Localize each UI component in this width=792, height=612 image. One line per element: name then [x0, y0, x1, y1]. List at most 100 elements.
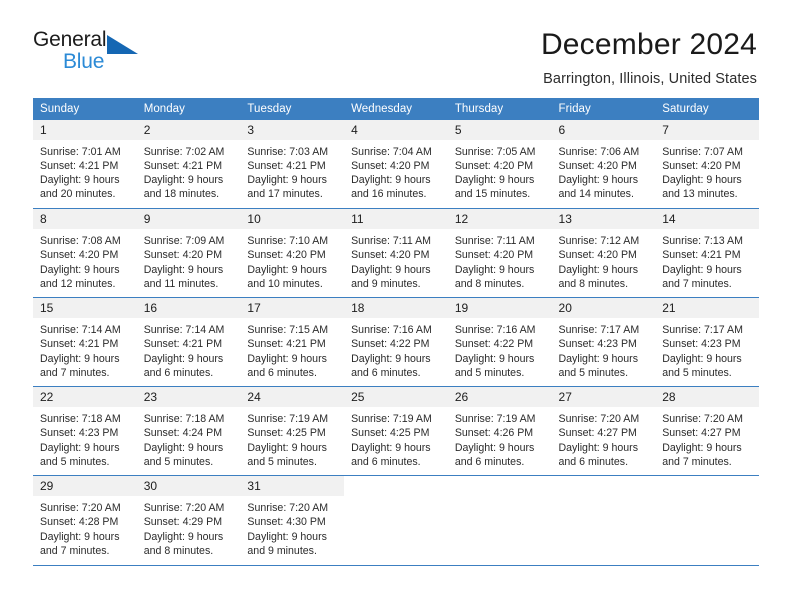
- calendar-day-cell[interactable]: 11 Sunrise: 7:11 AM Sunset: 4:20 PM Dayligh…: [344, 208, 448, 298]
- sunset-text: Sunset: 4:22 PM: [351, 338, 430, 351]
- daylight-text-line1: Daylight: 9 hours: [454, 441, 535, 454]
- daylight-text-line1: Daylight: 9 hours: [143, 263, 224, 276]
- sunrise-text: Sunrise: 7:09 AM: [143, 235, 225, 248]
- calendar-day-cell[interactable]: 10 Sunrise: 7:10 AM Sunset: 4:20 PM Dayligh…: [240, 208, 345, 298]
- day-details: Sunrise: 7:13 AM Sunset: 4:21 PM Daylight:…: [655, 229, 759, 291]
- calendar-day-cell[interactable]: 1 Sunrise: 7:01 AM Sunset: 4:21 PM Daylight…: [33, 119, 137, 209]
- sunset-text: Sunset: 4:20 PM: [143, 249, 223, 262]
- calendar-day-cell[interactable]: 29 Sunrise: 7:20 AM Sunset: 4:28 PM Dayligh…: [33, 475, 137, 565]
- sunset-text: Sunset: 4:23 PM: [40, 427, 119, 440]
- weekday-header-monday: Monday: [136, 97, 241, 120]
- daylight-text-line2: and 7 minutes.: [40, 544, 110, 557]
- sunrise-text: Sunrise: 7:19 AM: [351, 413, 432, 426]
- sunrise-text: Sunrise: 7:16 AM: [351, 324, 432, 337]
- daylight-text-line2: and 5 minutes.: [558, 366, 629, 379]
- daylight-text-line2: and 8 minutes.: [558, 277, 629, 290]
- calendar-day-cell[interactable]: 24 Sunrise: 7:19 AM Sunset: 4:25 PM Dayligh…: [240, 386, 345, 476]
- calendar-day-cell[interactable]: 7 Sunrise: 7:07 AM Sunset: 4:20 PM Daylight…: [655, 119, 759, 209]
- daylight-text-line2: and 11 minutes.: [143, 277, 219, 290]
- calendar-day-cell[interactable]: 18 Sunrise: 7:16 AM Sunset: 4:22 PM Dayligh…: [344, 297, 448, 387]
- daylight-text-line2: and 13 minutes.: [662, 188, 738, 201]
- daylight-text-line2: and 5 minutes.: [40, 455, 110, 468]
- sunrise-text: Sunrise: 7:19 AM: [454, 413, 536, 426]
- sunrise-text: Sunrise: 7:11 AM: [351, 235, 431, 248]
- sunrise-text: Sunrise: 7:20 AM: [662, 413, 743, 426]
- calendar-day-cell[interactable]: 3 Sunrise: 7:03 AM Sunset: 4:21 PM Daylight…: [240, 119, 345, 209]
- calendar-day-cell[interactable]: 22 Sunrise: 7:18 AM Sunset: 4:23 PM Dayligh…: [33, 386, 137, 476]
- calendar-day-cell[interactable]: 15 Sunrise: 7:14 AM Sunset: 4:21 PM Dayligh…: [33, 297, 137, 387]
- daylight-text-line2: and 17 minutes.: [247, 188, 323, 201]
- calendar-day-cell[interactable]: 26 Sunrise: 7:19 AM Sunset: 4:26 PM Dayligh…: [447, 386, 552, 476]
- calendar-day-cell[interactable]: 16 Sunrise: 7:14 AM Sunset: 4:21 PM Dayligh…: [136, 297, 241, 387]
- daylight-text-line1: Daylight: 9 hours: [247, 174, 327, 186]
- daylight-text-line2: and 5 minutes.: [454, 366, 525, 379]
- calendar-day-cell[interactable]: 31 Sunrise: 7:20 AM Sunset: 4:30 PM Dayligh…: [240, 475, 345, 565]
- day-number: 21: [655, 298, 759, 319]
- day-details: Sunrise: 7:01 AM Sunset: 4:21 PM Daylight:…: [33, 140, 137, 202]
- sunset-text: Sunset: 4:21 PM: [247, 338, 326, 351]
- calendar-day-cell[interactable]: 5 Sunrise: 7:05 AM Sunset: 4:20 PM Daylight…: [447, 119, 552, 209]
- daylight-text-line2: and 7 minutes.: [662, 455, 732, 468]
- daylight-text-line2: and 6 minutes.: [351, 366, 421, 379]
- day-details: Sunrise: 7:09 AM Sunset: 4:20 PM Daylight:…: [137, 229, 241, 291]
- calendar-day-cell[interactable]: 17 Sunrise: 7:15 AM Sunset: 4:21 PM Dayligh…: [240, 297, 345, 387]
- day-details: Sunrise: 7:20 AM Sunset: 4:30 PM Daylight:…: [240, 496, 344, 558]
- day-number: 16: [136, 298, 241, 319]
- daylight-text-line1: Daylight: 9 hours: [247, 530, 327, 543]
- sunset-text: Sunset: 4:25 PM: [351, 427, 430, 440]
- calendar-day-cell[interactable]: 6 Sunrise: 7:06 AM Sunset: 4:20 PM Daylight…: [551, 119, 656, 209]
- calendar-day-cell[interactable]: 14 Sunrise: 7:13 AM Sunset: 4:21 PM Dayligh…: [655, 208, 759, 298]
- calendar-week-row: 22 Sunrise: 7:18 AM Sunset: 4:23 PM Dayligh…: [33, 386, 759, 476]
- sunrise-text: Sunrise: 7:12 AM: [558, 235, 640, 248]
- day-details: Sunrise: 7:18 AM Sunset: 4:23 PM Daylight:…: [33, 407, 137, 469]
- calendar-day-cell[interactable]: 25 Sunrise: 7:19 AM Sunset: 4:25 PM Dayligh…: [344, 386, 448, 476]
- sunset-text: Sunset: 4:20 PM: [558, 159, 637, 172]
- sunrise-text: Sunrise: 7:20 AM: [143, 502, 225, 515]
- sunset-text: Sunset: 4:21 PM: [662, 249, 741, 262]
- calendar-day-cell[interactable]: 19 Sunrise: 7:16 AM Sunset: 4:22 PM Dayligh…: [447, 297, 552, 387]
- calendar-day-cell[interactable]: 30 Sunrise: 7:20 AM Sunset: 4:29 PM Dayligh…: [136, 475, 241, 565]
- sunset-text: Sunset: 4:25 PM: [247, 427, 326, 440]
- day-number: 1: [33, 119, 137, 140]
- calendar-day-cell[interactable]: 4 Sunrise: 7:04 AM Sunset: 4:20 PM Daylight…: [344, 119, 448, 209]
- day-number: 18: [344, 298, 448, 319]
- day-number: 8: [33, 209, 137, 230]
- daylight-text-line2: and 8 minutes.: [143, 544, 214, 557]
- daylight-text-line1: Daylight: 9 hours: [143, 530, 224, 543]
- calendar-day-cell[interactable]: 12 Sunrise: 7:11 AM Sunset: 4:20 PM Dayligh…: [447, 208, 552, 298]
- page-title: December 2024: [540, 28, 757, 61]
- calendar-day-cell[interactable]: 9 Sunrise: 7:09 AM Sunset: 4:20 PM Daylight…: [136, 208, 241, 298]
- sunrise-text: Sunrise: 7:11 AM: [454, 235, 535, 248]
- calendar-week-row: 29 Sunrise: 7:20 AM Sunset: 4:28 PM Dayligh…: [33, 475, 759, 565]
- calendar-day-cell[interactable]: 21 Sunrise: 7:17 AM Sunset: 4:23 PM Dayligh…: [655, 297, 759, 387]
- day-number: [344, 476, 448, 496]
- daylight-text-line2: and 18 minutes.: [143, 188, 220, 201]
- calendar-page: General Blue December 2024 Barrington, I…: [0, 0, 792, 612]
- calendar-day-cell[interactable]: 2 Sunrise: 7:02 AM Sunset: 4:21 PM Daylight…: [136, 119, 241, 209]
- daylight-text-line2: and 6 minutes.: [454, 455, 525, 468]
- day-number: 10: [240, 209, 345, 230]
- page-header: General Blue December 2024 Barrington, I…: [0, 0, 792, 87]
- calendar-day-cell[interactable]: 13 Sunrise: 7:12 AM Sunset: 4:20 PM Dayligh…: [551, 208, 656, 298]
- general-blue-logo[interactable]: General Blue: [33, 28, 163, 80]
- day-details: Sunrise: 7:17 AM Sunset: 4:23 PM Daylight:…: [552, 318, 656, 380]
- calendar-day-cell[interactable]: 20 Sunrise: 7:17 AM Sunset: 4:23 PM Dayligh…: [551, 297, 656, 387]
- day-number: [655, 476, 759, 496]
- calendar-day-cell[interactable]: 8 Sunrise: 7:08 AM Sunset: 4:20 PM Daylight…: [33, 208, 137, 298]
- calendar-day-cell[interactable]: 27 Sunrise: 7:20 AM Sunset: 4:27 PM Dayligh…: [551, 386, 656, 476]
- weekday-header-wednesday: Wednesday: [344, 97, 448, 120]
- daylight-text-line1: Daylight: 9 hours: [662, 441, 742, 454]
- daylight-text-line1: Daylight: 9 hours: [351, 263, 431, 276]
- daylight-text-line1: Daylight: 9 hours: [351, 441, 431, 454]
- daylight-text-line2: and 9 minutes.: [247, 544, 317, 557]
- day-number: 17: [240, 298, 345, 319]
- day-number: 26: [447, 387, 552, 408]
- calendar-day-cell[interactable]: 28 Sunrise: 7:20 AM Sunset: 4:27 PM Dayligh…: [655, 386, 759, 476]
- day-details: Sunrise: 7:03 AM Sunset: 4:21 PM Daylight:…: [240, 140, 344, 202]
- day-number: 11: [344, 209, 448, 230]
- daylight-text-line2: and 5 minutes.: [247, 455, 317, 468]
- calendar-day-cell[interactable]: 23 Sunrise: 7:18 AM Sunset: 4:24 PM Dayligh…: [136, 386, 241, 476]
- daylight-text-line2: and 5 minutes.: [143, 455, 214, 468]
- daylight-text-line1: Daylight: 9 hours: [40, 174, 120, 186]
- day-details: Sunrise: 7:07 AM Sunset: 4:20 PM Daylight:…: [655, 140, 759, 202]
